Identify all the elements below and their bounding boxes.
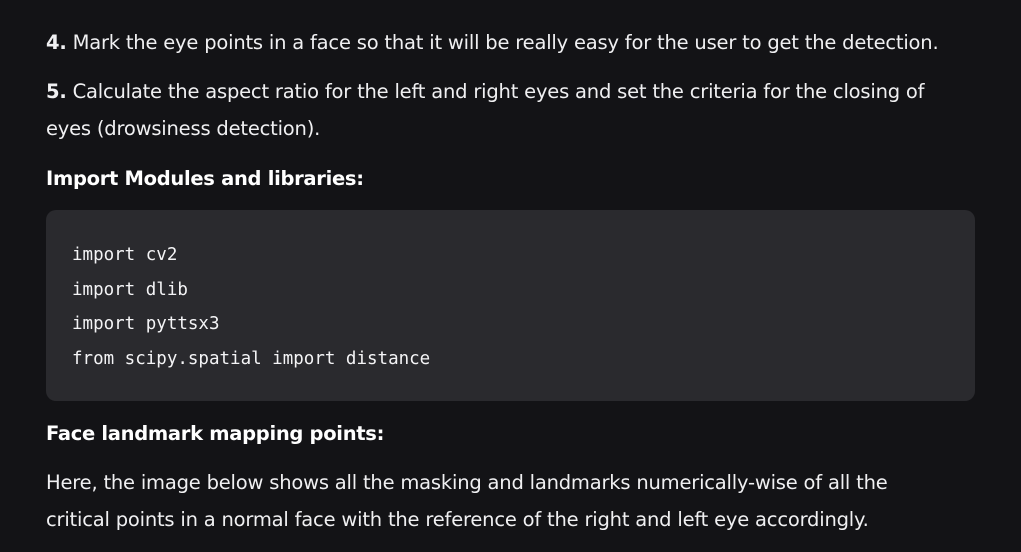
step-number: 5. [46,80,67,103]
step-text: Calculate the aspect ratio for the left … [46,80,925,140]
article-page: 4. Mark the eye points in a face so that… [0,0,1021,552]
step-item-5: 5. Calculate the aspect ratio for the le… [46,73,966,147]
face-landmark-heading: Face landmark mapping points: [46,422,385,445]
code-block[interactable]: import cv2 import dlib import pyttsx3 fr… [46,210,975,401]
code-line: import pyttsx3 [72,314,220,334]
code-line: import cv2 [72,245,178,265]
import-modules-heading: Import Modules and libraries: [46,167,364,190]
code-line: import dlib [72,279,188,300]
code-line: from scipy.spatial import distance [72,348,431,369]
landmark-description: Here, the image below shows all the mask… [46,471,888,531]
step-item-4: 4. Mark the eye points in a face so that… [46,24,939,61]
step-number: 4. [46,31,67,54]
step-text: Mark the eye points in a face so that it… [72,31,939,54]
